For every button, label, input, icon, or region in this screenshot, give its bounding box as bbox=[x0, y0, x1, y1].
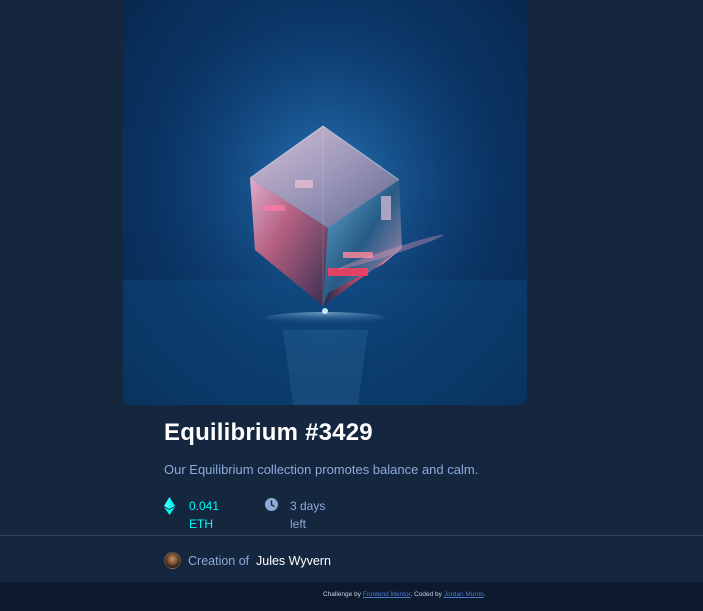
price-amount: 0.041 bbox=[189, 499, 220, 513]
attribution-prefix: Challenge by bbox=[323, 591, 363, 598]
time-left-amount: 3 days bbox=[290, 499, 326, 513]
time-left-unit: left bbox=[290, 517, 307, 531]
crystal-cube-illustration bbox=[123, 0, 527, 405]
divider bbox=[0, 535, 703, 536]
price-currency: ETH bbox=[189, 517, 213, 531]
attribution: Challenge by Frontend Mentor. Coded by J… bbox=[323, 591, 486, 598]
time-left-value: 3 days left bbox=[290, 497, 350, 533]
creator-label: Creation of bbox=[188, 554, 250, 568]
footer: Challenge by Frontend Mentor. Coded by J… bbox=[0, 582, 703, 611]
attribution-middle: . Coded by bbox=[410, 591, 444, 598]
creator-name-link[interactable]: Jules Wyvern bbox=[256, 554, 331, 568]
author-link[interactable]: Jordan Murrin bbox=[444, 591, 484, 598]
nft-card: Equilibrium #3429 Our Equilibrium collec… bbox=[0, 0, 703, 582]
nft-image[interactable] bbox=[123, 0, 527, 405]
attribution-suffix: . bbox=[483, 591, 486, 598]
ethereum-icon bbox=[164, 497, 175, 520]
frontend-mentor-link[interactable]: Frontend Mentor bbox=[363, 591, 411, 598]
nft-description: Our Equilibrium collection promotes bala… bbox=[164, 462, 479, 477]
clock-icon bbox=[265, 497, 278, 516]
nft-title[interactable]: Equilibrium #3429 bbox=[164, 419, 373, 447]
price-value: 0.041 ETH bbox=[189, 497, 249, 533]
creator-avatar bbox=[164, 552, 181, 569]
